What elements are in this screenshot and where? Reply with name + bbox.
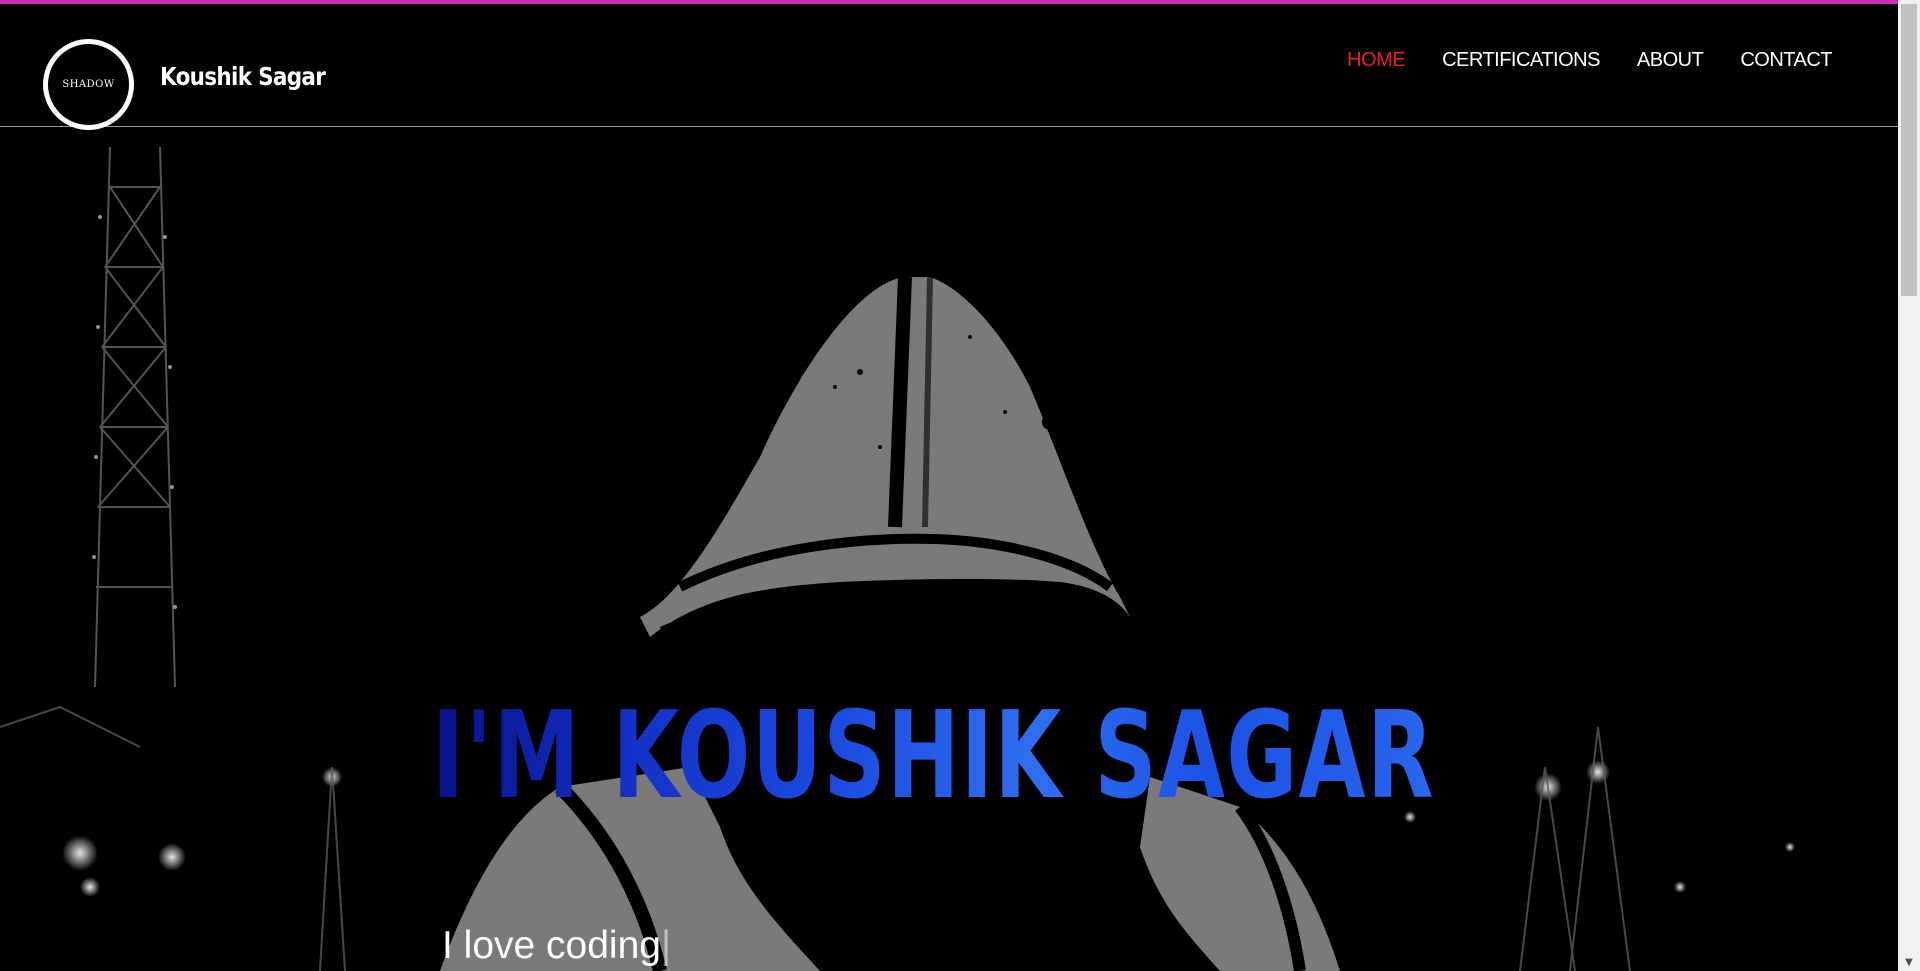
- hero-subtitle: I love coding|: [442, 924, 671, 968]
- hero-title: I'M KOUSHIK SAGAR: [432, 687, 1435, 826]
- logo-text: SHADOW: [62, 79, 115, 90]
- nav-certifications[interactable]: CERTIFICATIONS: [1442, 49, 1600, 72]
- page: SHADOW Koushik Sagar HOME CERTIFICATIONS…: [0, 0, 1920, 971]
- hero-section: I'M KOUSHIK SAGAR I love coding|: [0, 127, 1898, 971]
- site-header: SHADOW Koushik Sagar HOME CERTIFICATIONS…: [0, 4, 1898, 130]
- scrollbar-thumb[interactable]: [1901, 4, 1917, 296]
- typing-cursor: |: [660, 924, 672, 967]
- logo[interactable]: SHADOW: [43, 39, 134, 130]
- typed-text: I love coding: [442, 924, 661, 967]
- chevron-down-icon[interactable]: ▼: [1903, 957, 1915, 969]
- hero-background-image: [0, 146, 1795, 971]
- main-nav: HOME CERTIFICATIONS ABOUT CONTACT: [1347, 49, 1832, 72]
- nav-home[interactable]: HOME: [1347, 49, 1406, 72]
- page-scrollbar[interactable]: ▼: [1898, 0, 1920, 971]
- brand-name[interactable]: Koushik Sagar: [160, 62, 326, 91]
- nav-about[interactable]: ABOUT: [1637, 49, 1704, 72]
- nav-contact[interactable]: CONTACT: [1740, 49, 1832, 72]
